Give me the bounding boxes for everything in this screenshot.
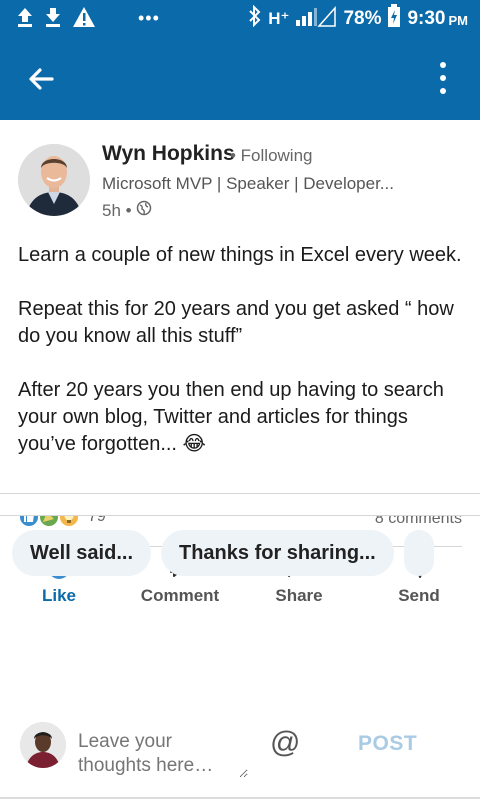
- post-paragraph: Learn a couple of new things in Excel ev…: [18, 244, 462, 266]
- globe-icon: [136, 200, 152, 221]
- suggested-replies: Well said... Thanks for sharing...: [12, 530, 434, 576]
- clock-time: 9:30: [407, 7, 446, 29]
- status-bar: ••• H⁺ 78% 9:30 PM: [0, 0, 480, 37]
- comment-input[interactable]: [78, 730, 248, 778]
- post-body: Learn a couple of new things in Excel ev…: [18, 242, 468, 458]
- author-name[interactable]: Wyn Hopkins: [102, 142, 235, 166]
- author-headline: Microsoft MVP | Speaker | Developer...: [102, 174, 394, 193]
- send-label: Send: [398, 586, 440, 605]
- battery-icon: [387, 4, 401, 33]
- warning-icon: [72, 6, 96, 32]
- like-label: Like: [41, 586, 77, 605]
- network-type: H⁺: [268, 8, 290, 28]
- suggestion-chip[interactable]: Thanks for sharing...: [161, 530, 394, 576]
- battery-percent: 78%: [343, 7, 382, 29]
- more-notifications-icon: •••: [138, 8, 160, 28]
- current-user-avatar: [20, 722, 66, 768]
- post-button[interactable]: POST: [358, 732, 417, 756]
- back-arrow-icon[interactable]: [22, 59, 62, 99]
- follow-status: • Following: [230, 146, 313, 165]
- divider: [0, 797, 480, 799]
- overflow-menu-icon[interactable]: [436, 59, 450, 99]
- comment-label: Comment: [140, 586, 220, 605]
- download-icon: [44, 6, 62, 32]
- at-icon[interactable]: @: [270, 726, 300, 760]
- suggestion-chip[interactable]: Well said...: [12, 530, 151, 576]
- post-paragraph: After 20 years you then end up having to…: [18, 379, 444, 455]
- clock-ampm: PM: [448, 13, 469, 28]
- post-time: 5h •: [102, 200, 132, 220]
- signal-icon: [295, 5, 337, 32]
- section-gap: [0, 494, 480, 515]
- app-bar: [0, 37, 480, 120]
- author-avatar[interactable]: [18, 144, 90, 216]
- divider: [0, 515, 480, 516]
- post-meta: 5h •: [102, 200, 152, 221]
- comment-composer: @ POST: [0, 710, 480, 800]
- bluetooth-icon: [248, 4, 262, 32]
- upload-icon: [16, 6, 34, 32]
- suggestion-chip-partial[interactable]: [403, 530, 434, 576]
- share-label: Share: [275, 586, 323, 605]
- post-paragraph: Repeat this for 20 years and you get ask…: [18, 298, 454, 347]
